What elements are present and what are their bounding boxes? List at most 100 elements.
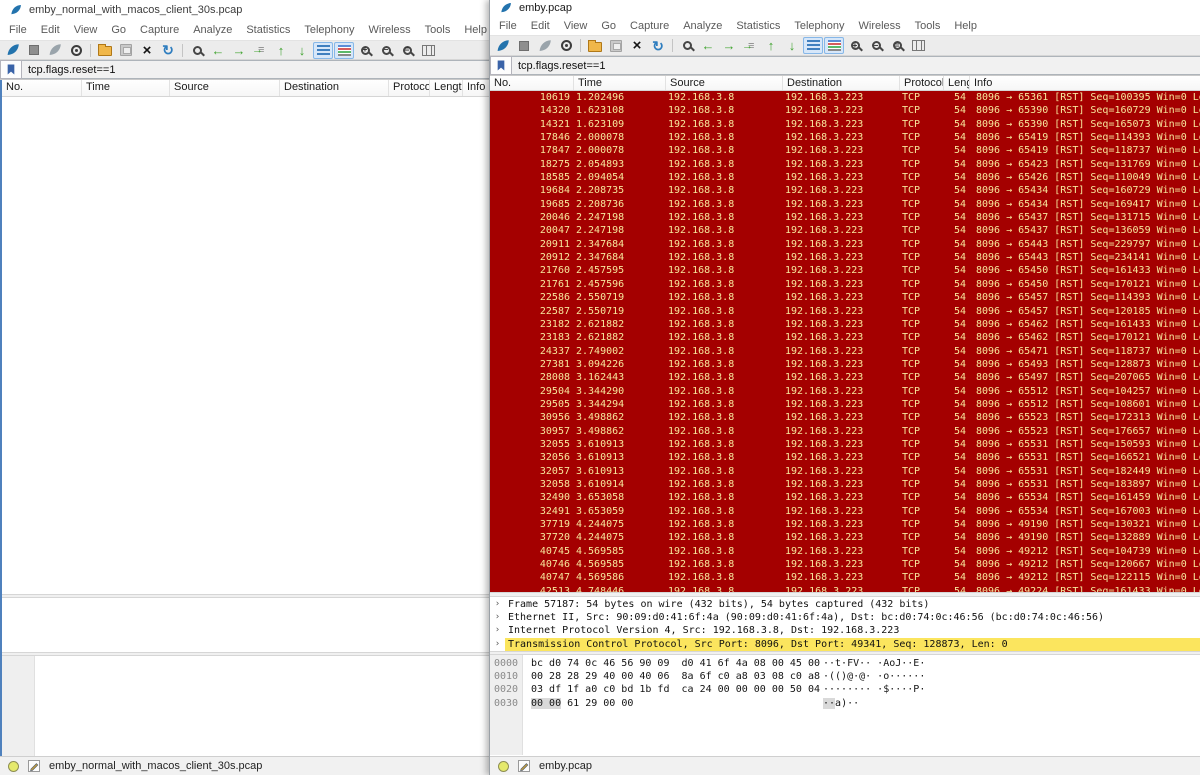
column-header-no[interactable]: No.	[490, 76, 574, 90]
expand-chevron-icon[interactable]: ›	[490, 624, 505, 637]
first-packet-icon[interactable]: ↑	[271, 42, 291, 59]
autoscroll-icon[interactable]	[313, 42, 333, 59]
expand-chevron-icon[interactable]: ›	[490, 598, 505, 611]
menu-go[interactable]: Go	[104, 22, 133, 38]
packet-row[interactable]: 231822.621882192.168.3.8192.168.3.223TCP…	[490, 318, 1200, 331]
packet-row[interactable]: 106191.202496192.168.3.8192.168.3.223TCP…	[490, 91, 1200, 104]
last-packet-icon[interactable]: ↓	[292, 42, 312, 59]
expert-info-icon[interactable]	[498, 761, 509, 772]
save-file-icon[interactable]	[606, 37, 626, 54]
expand-chevron-icon[interactable]: ›	[490, 638, 505, 651]
previous-packet-icon[interactable]: ←	[698, 37, 718, 54]
packet-row[interactable]: 295053.344294192.168.3.8192.168.3.223TCP…	[490, 398, 1200, 411]
detail-row[interactable]: ›Frame 57187: 54 bytes on wire (432 bits…	[490, 598, 1200, 611]
packet-row[interactable]: 324913.653059192.168.3.8192.168.3.223TCP…	[490, 505, 1200, 518]
expert-info-icon[interactable]	[8, 761, 19, 772]
open-file-icon[interactable]	[585, 37, 605, 54]
first-packet-icon[interactable]: ↑	[761, 37, 781, 54]
packet-row[interactable]: 217612.457596192.168.3.8192.168.3.223TCP…	[490, 278, 1200, 291]
packet-row[interactable]: 217602.457595192.168.3.8192.168.3.223TCP…	[490, 264, 1200, 277]
restart-capture-icon[interactable]	[535, 37, 555, 54]
packet-bytes-pane[interactable]: 0000bc d0 74 0c 46 56 90 09 d0 41 6f 4a …	[490, 655, 1200, 755]
menu-statistics[interactable]: Statistics	[729, 18, 787, 34]
column-header-destination[interactable]: Destination	[280, 80, 389, 96]
restart-capture-icon[interactable]	[45, 42, 65, 59]
packet-list[interactable]: 106191.202496192.168.3.8192.168.3.223TCP…	[490, 91, 1200, 592]
column-header-time[interactable]: Time	[82, 80, 170, 96]
menu-help[interactable]: Help	[947, 18, 984, 34]
start-capture-icon[interactable]	[493, 37, 513, 54]
reload-file-icon[interactable]: ↻	[158, 42, 178, 59]
packet-row[interactable]: 209112.347684192.168.3.8192.168.3.223TCP…	[490, 238, 1200, 251]
menu-telephony[interactable]: Telephony	[297, 22, 361, 38]
packet-row[interactable]: 143211.623109192.168.3.8192.168.3.223TCP…	[490, 118, 1200, 131]
packet-row[interactable]: 309563.498862192.168.3.8192.168.3.223TCP…	[490, 411, 1200, 424]
menu-file[interactable]: File	[492, 18, 524, 34]
hex-row[interactable]: 001000 28 28 29 40 00 40 06 8a 6f c0 a8 …	[490, 670, 1200, 683]
menu-view[interactable]: View	[67, 22, 105, 38]
capture-options-icon[interactable]	[556, 37, 576, 54]
zoom-in-icon[interactable]: +	[355, 42, 375, 59]
menu-wireless[interactable]: Wireless	[852, 18, 908, 34]
zoom-in-icon[interactable]: +	[845, 37, 865, 54]
hex-row[interactable]: 002003 df 1f a0 c0 bd 1b fd ca 24 00 00 …	[490, 683, 1200, 696]
packet-row[interactable]: 377204.244075192.168.3.8192.168.3.223TCP…	[490, 531, 1200, 544]
column-header-protocol[interactable]: Protocol	[389, 80, 430, 96]
packet-row[interactable]: 196852.208736192.168.3.8192.168.3.223TCP…	[490, 198, 1200, 211]
packet-row[interactable]: 309573.498862192.168.3.8192.168.3.223TCP…	[490, 425, 1200, 438]
detail-row[interactable]: ›Internet Protocol Version 4, Src: 192.1…	[490, 624, 1200, 637]
last-packet-icon[interactable]: ↓	[782, 37, 802, 54]
titlebar[interactable]: emby.pcap	[490, 0, 1200, 16]
start-capture-icon[interactable]	[3, 42, 23, 59]
hex-row[interactable]: 003000 00 61 29 00 00··a)··	[490, 697, 1200, 710]
filter-bookmark-icon[interactable]	[490, 56, 512, 75]
packet-row[interactable]: 320583.610914192.168.3.8192.168.3.223TCP…	[490, 478, 1200, 491]
packet-row[interactable]: 320563.610913192.168.3.8192.168.3.223TCP…	[490, 451, 1200, 464]
packet-row[interactable]: 185852.094054192.168.3.8192.168.3.223TCP…	[490, 171, 1200, 184]
packet-row[interactable]: 407474.569586192.168.3.8192.168.3.223TCP…	[490, 571, 1200, 584]
goto-packet-icon[interactable]: ≡→	[740, 37, 760, 54]
zoom-reset-icon[interactable]: =	[397, 42, 417, 59]
menu-analyze[interactable]: Analyze	[676, 18, 729, 34]
stop-capture-icon[interactable]	[514, 37, 534, 54]
menu-wireless[interactable]: Wireless	[362, 22, 418, 38]
capture-comment-icon[interactable]	[518, 760, 530, 772]
column-header-length[interactable]: Length	[944, 76, 970, 90]
detail-row[interactable]: ›Ethernet II, Src: 90:09:d0:41:6f:4a (90…	[490, 611, 1200, 624]
column-header-time[interactable]: Time	[574, 76, 666, 90]
reload-file-icon[interactable]: ↻	[648, 37, 668, 54]
packet-row[interactable]: 280083.162443192.168.3.8192.168.3.223TCP…	[490, 371, 1200, 384]
column-header-no[interactable]: No.	[2, 80, 82, 96]
menu-go[interactable]: Go	[594, 18, 623, 34]
column-header-protocol[interactable]: Protocol	[900, 76, 944, 90]
filter-bookmark-icon[interactable]	[0, 60, 22, 79]
save-file-icon[interactable]	[116, 42, 136, 59]
packet-row[interactable]: 143201.623108192.168.3.8192.168.3.223TCP…	[490, 104, 1200, 117]
colorize-icon[interactable]	[334, 42, 354, 59]
packet-row[interactable]: 225862.550719192.168.3.8192.168.3.223TCP…	[490, 291, 1200, 304]
find-packet-icon[interactable]	[677, 37, 697, 54]
menu-tools[interactable]: Tools	[418, 22, 458, 38]
menu-analyze[interactable]: Analyze	[186, 22, 239, 38]
find-packet-icon[interactable]	[187, 42, 207, 59]
detail-row[interactable]: ›Transmission Control Protocol, Src Port…	[490, 638, 1200, 651]
packet-row[interactable]: 200472.247198192.168.3.8192.168.3.223TCP…	[490, 224, 1200, 237]
capture-comment-icon[interactable]	[28, 760, 40, 772]
close-file-icon[interactable]: ×	[627, 37, 647, 54]
autoscroll-icon[interactable]	[803, 37, 823, 54]
menu-capture[interactable]: Capture	[623, 18, 676, 34]
zoom-out-icon[interactable]: −	[376, 42, 396, 59]
packet-row[interactable]: 243372.749002192.168.3.8192.168.3.223TCP…	[490, 345, 1200, 358]
column-header-length[interactable]: Length	[430, 80, 463, 96]
expand-chevron-icon[interactable]: ›	[490, 611, 505, 624]
capture-options-icon[interactable]	[66, 42, 86, 59]
column-header-destination[interactable]: Destination	[783, 76, 900, 90]
menu-telephony[interactable]: Telephony	[787, 18, 851, 34]
packet-details-pane[interactable]: ›Frame 57187: 54 bytes on wire (432 bits…	[490, 597, 1200, 651]
display-filter-input[interactable]: tcp.flags.reset==1	[512, 56, 1200, 75]
hex-row[interactable]: 0000bc d0 74 0c 46 56 90 09 d0 41 6f 4a …	[490, 657, 1200, 670]
menu-edit[interactable]: Edit	[34, 22, 67, 38]
packet-row[interactable]: 324903.653058192.168.3.8192.168.3.223TCP…	[490, 491, 1200, 504]
packet-row[interactable]: 209122.347684192.168.3.8192.168.3.223TCP…	[490, 251, 1200, 264]
menu-view[interactable]: View	[557, 18, 595, 34]
